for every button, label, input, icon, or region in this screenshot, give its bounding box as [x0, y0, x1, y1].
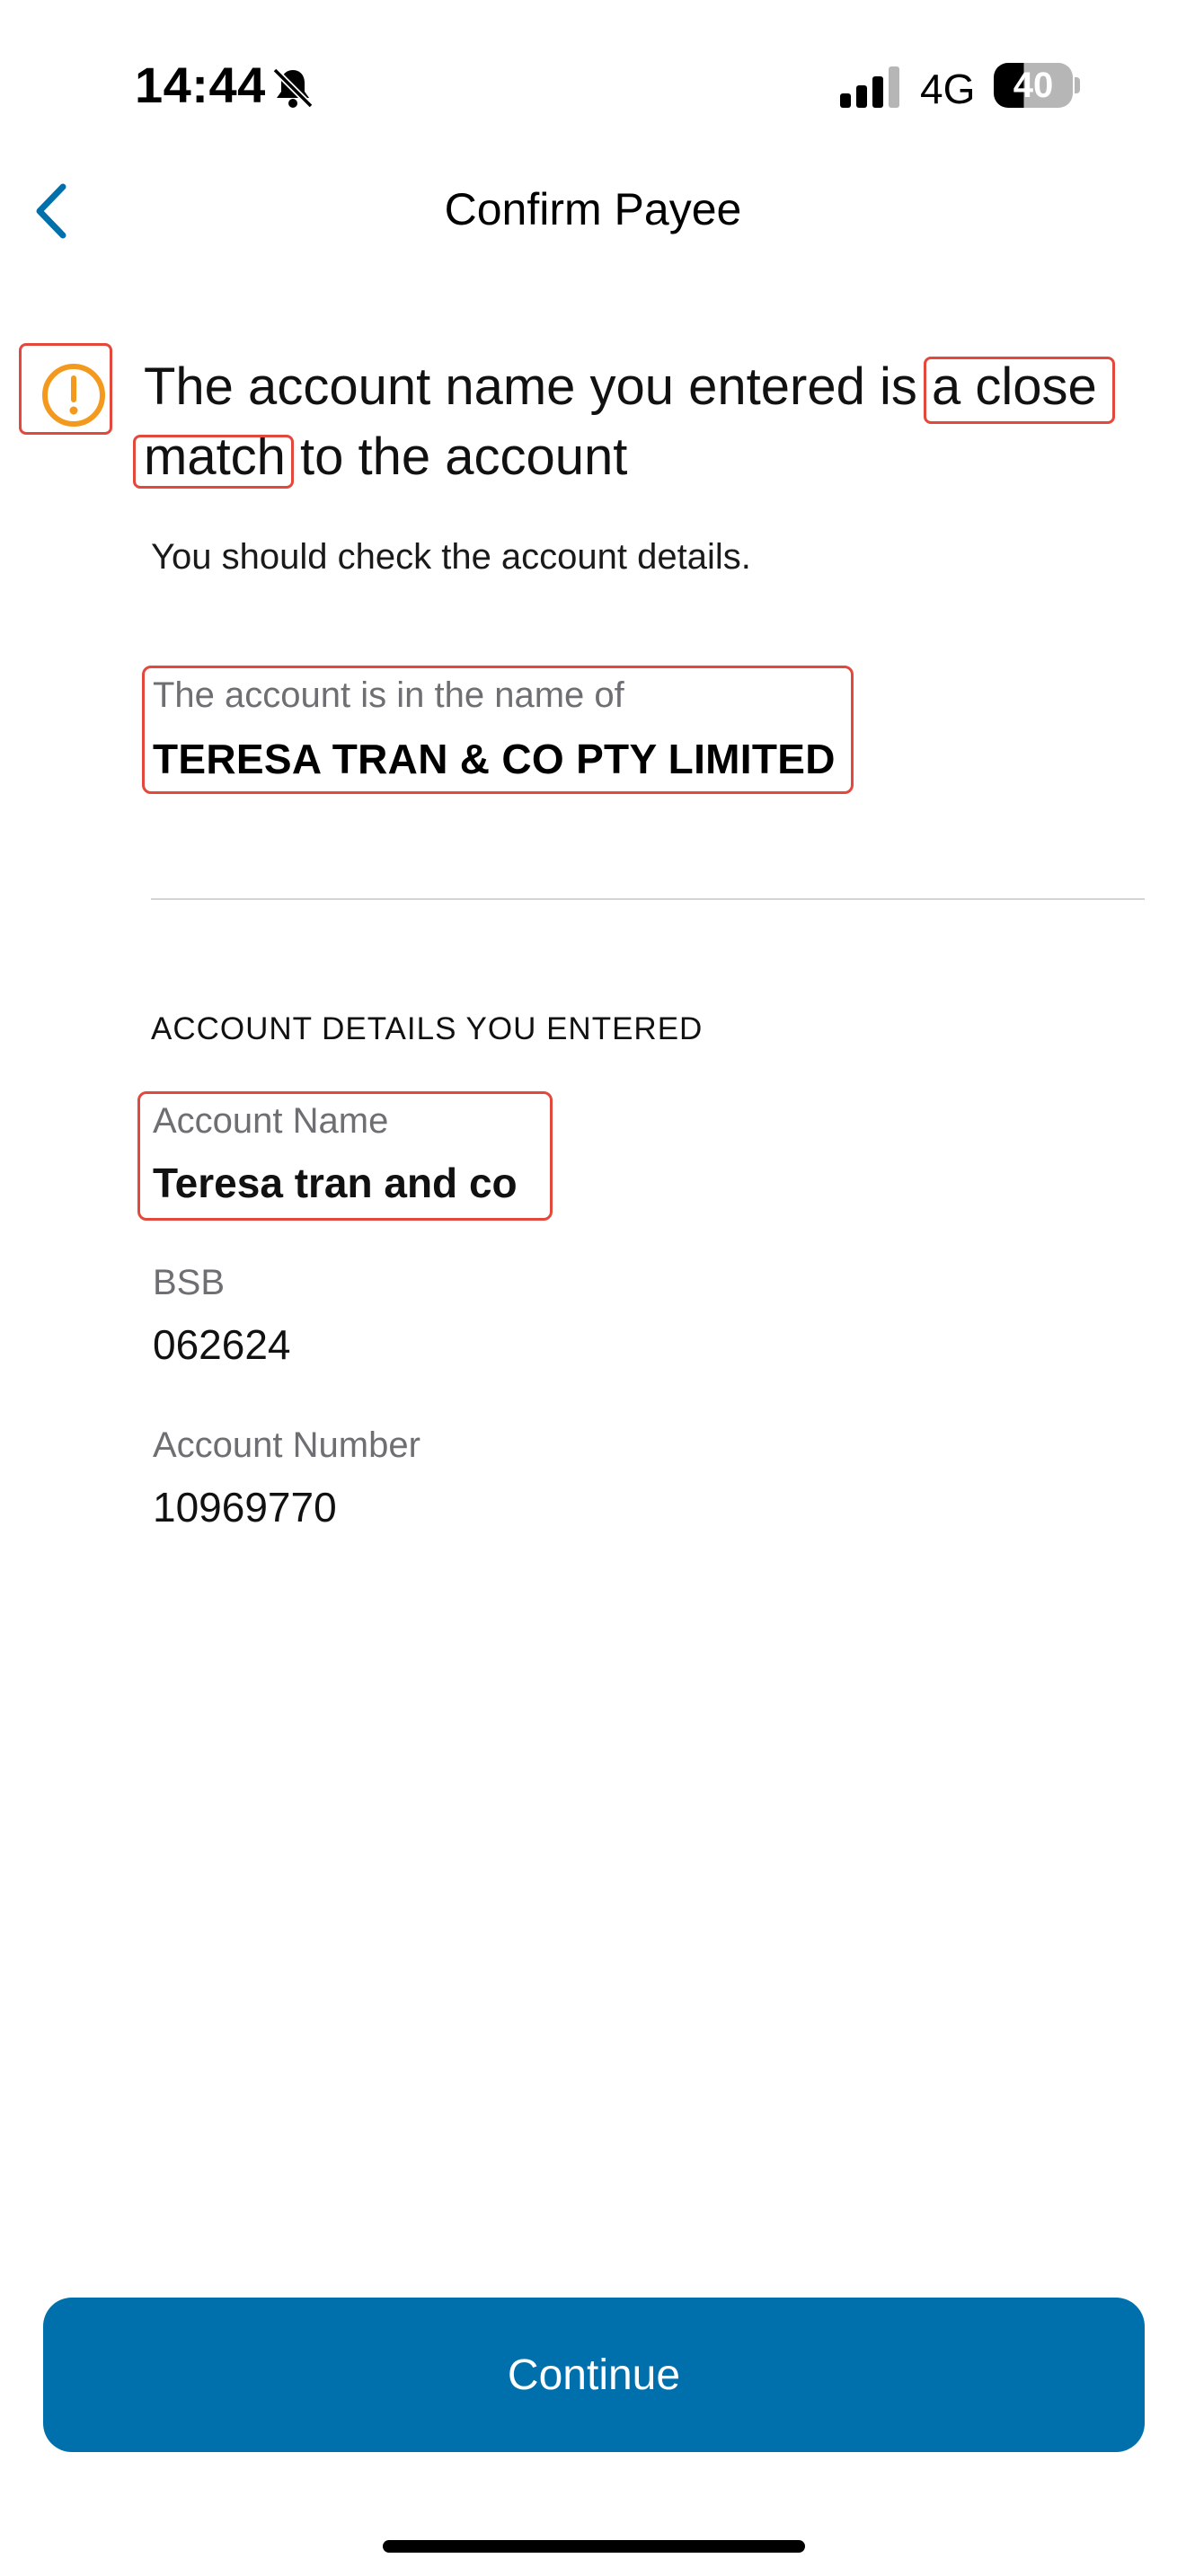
warning-subtext: You should check the account details.: [151, 537, 751, 577]
divider: [151, 898, 1145, 900]
cellular-signal-icon: [840, 66, 899, 108]
battery-icon: 40: [994, 63, 1073, 108]
account-number-value: 10969770: [153, 1484, 337, 1531]
home-indicator: [383, 2540, 805, 2553]
close-match-highlight: [924, 357, 1115, 424]
status-time: 14:44: [135, 57, 266, 113]
page-title: Confirm Payee: [444, 184, 742, 234]
account-name-value: Teresa tran and co: [153, 1160, 518, 1206]
network-type: 4G: [920, 66, 976, 112]
bsb-value: 062624: [153, 1321, 291, 1368]
warning-icon: [42, 364, 105, 427]
section-title: ACCOUNT DETAILS YOU ENTERED: [151, 1011, 704, 1046]
bell-slash-icon: [272, 67, 314, 109]
continue-button[interactable]: Continue: [43, 2298, 1145, 2452]
account-holder-name: TERESA TRAN & CO PTY LIMITED: [153, 736, 836, 782]
bsb-label: BSB: [153, 1263, 226, 1302]
account-holder-label: The account is in the name of: [153, 675, 624, 715]
account-number-label: Account Number: [153, 1425, 420, 1465]
close-match-highlight: [133, 435, 294, 489]
battery-tip: [1075, 77, 1080, 93]
account-name-label: Account Name: [153, 1101, 389, 1141]
